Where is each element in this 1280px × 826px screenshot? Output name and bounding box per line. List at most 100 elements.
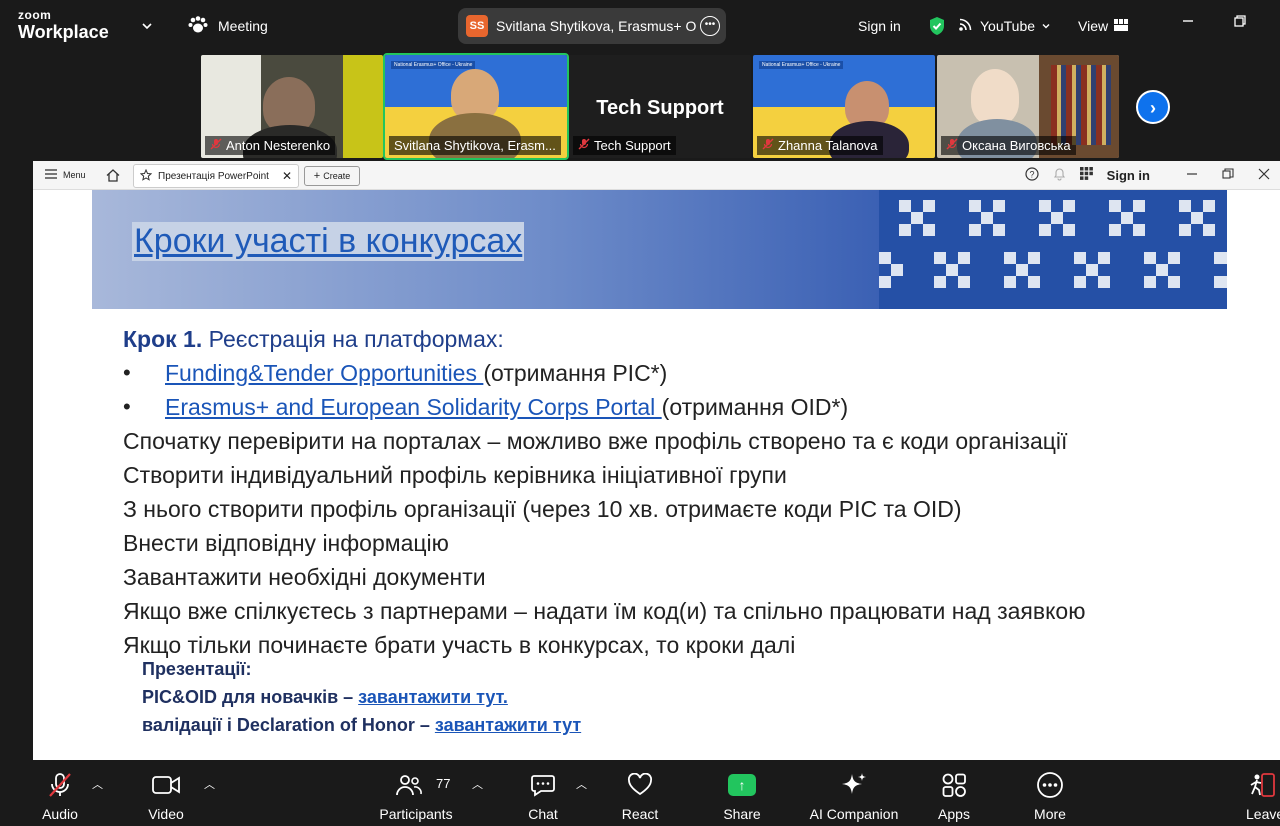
chevron-up-icon[interactable]: ︿	[204, 776, 215, 792]
create-label: Create	[323, 171, 351, 181]
download-link[interactable]: завантажити тут.	[358, 687, 508, 707]
presentation-link-line: валідації і Declaration of Honor – заван…	[142, 715, 581, 736]
ornament-pattern	[879, 190, 1227, 309]
ai-companion-button[interactable]: AI Companion	[799, 760, 909, 826]
browser-toolbar: Menu Презентація PowerPoint ✕ + Create ?	[33, 161, 1280, 190]
presentation-link-text: валідації і Declaration of Honor –	[142, 715, 435, 735]
slide-text-line: Створити індивідуальний профіль керівник…	[123, 462, 787, 488]
browser-toolbar-right: ? Sign in	[1025, 161, 1270, 189]
participant-name: Zhanna Talanova	[757, 136, 883, 155]
meeting-menu[interactable]: Meeting	[188, 0, 268, 52]
audio-button[interactable]: Audio	[15, 760, 105, 826]
bookshelf-background	[1051, 65, 1111, 145]
tab-powerpoint[interactable]: Презентація PowerPoint ✕	[133, 164, 299, 188]
next-page-arrow-icon[interactable]: ›	[1136, 90, 1170, 124]
active-speaker-chip[interactable]: SS Svitlana Shytikova, Erasmus+ Offi •••	[458, 8, 726, 44]
bullet-marker: •	[123, 394, 131, 419]
star-icon	[139, 168, 153, 184]
mic-muted-icon	[210, 138, 222, 153]
participant-name-text: Оксана Виговська	[962, 138, 1071, 153]
participant-tile-active[interactable]: National Erasmus+ Office - Ukraine Svitl…	[383, 53, 569, 160]
slide-header: Кроки участі в конкурсах	[92, 190, 1227, 309]
home-icon[interactable]	[106, 161, 120, 189]
grid-icon	[1114, 18, 1129, 34]
participant-name: Svitlana Shytikova, Erasm...	[389, 136, 561, 155]
apps-label: Apps	[938, 806, 970, 822]
presentations-heading: Презентації:	[142, 659, 252, 679]
menu-button[interactable]: Menu	[45, 161, 86, 189]
participant-tile[interactable]: National Erasmus+ Office - Ukraine Zhann…	[753, 55, 935, 158]
slide-text-line: Внести відповідну інформацію	[123, 530, 449, 556]
create-button[interactable]: + Create	[304, 166, 360, 186]
video-label: Video	[148, 806, 184, 822]
chevron-up-icon[interactable]: ︿	[472, 776, 483, 792]
paw-icon	[188, 15, 208, 37]
youtube-label: YouTube	[980, 18, 1036, 34]
bell-icon[interactable]	[1053, 167, 1066, 184]
list-item-text: (отримання OID*)	[661, 394, 849, 420]
download-link[interactable]: завантажити тут	[435, 715, 581, 735]
restore-icon[interactable]	[1230, 14, 1250, 34]
presentation-link-text: PIC&OID для новачків –	[142, 687, 359, 707]
hamburger-icon	[45, 168, 57, 182]
participant-name: Anton Nesterenko	[205, 136, 336, 155]
view-label: View	[1078, 18, 1109, 34]
slide-title: Кроки участі в конкурсах	[132, 222, 525, 261]
participant-name-text: Anton Nesterenko	[226, 138, 331, 153]
logo-line2: Workplace	[18, 22, 109, 42]
flag-tile-label: National Erasmus+ Office - Ukraine	[391, 61, 476, 69]
more-options-icon[interactable]: •••	[700, 16, 720, 36]
chevron-down-icon[interactable]	[140, 0, 154, 52]
participants-label: Participants	[379, 806, 453, 822]
restore-icon[interactable]	[1222, 167, 1234, 183]
participant-tile[interactable]: Tech Support Tech Support	[569, 55, 751, 158]
react-button[interactable]: React	[595, 760, 685, 826]
leave-button[interactable]: Leave	[1238, 760, 1280, 826]
participant-tile[interactable]: Оксана Виговська	[937, 55, 1119, 158]
erasmus-portal-link[interactable]: Erasmus+ and European Solidarity Corps P…	[165, 394, 662, 420]
participant-name-text: Tech Support	[594, 138, 671, 153]
shield-check-icon[interactable]	[928, 0, 946, 52]
ai-companion-label: AI Companion	[809, 806, 899, 822]
chat-button[interactable]: Chat	[498, 760, 588, 826]
sign-in-button[interactable]: Sign in	[858, 0, 901, 52]
slide-text-line: З нього створити профіль організації (че…	[123, 496, 962, 522]
share-button[interactable]: ↑ Share	[697, 760, 787, 826]
youtube-livestream-menu[interactable]: YouTube	[958, 0, 1051, 52]
view-menu[interactable]: View	[1078, 0, 1129, 52]
chevron-up-icon[interactable]: ︿	[576, 776, 587, 792]
slide-text-line: Якщо вже спілкуєтесь з партнерами – нада…	[123, 598, 1086, 624]
apps-grid-icon[interactable]	[1079, 167, 1093, 183]
participant-tile-text: Tech Support	[596, 97, 724, 119]
minimize-icon[interactable]	[1178, 14, 1198, 34]
chevron-up-icon[interactable]: ︿	[92, 776, 103, 792]
participant-tile[interactable]: Anton Nesterenko	[201, 55, 383, 158]
video-strip: Anton Nesterenko National Erasmus+ Offic…	[0, 52, 1280, 160]
step-heading: Крок 1. Реєстрація на платформах:	[123, 326, 504, 353]
logo-line1: zoom	[18, 8, 52, 22]
video-background	[343, 55, 383, 158]
video-button[interactable]: Video	[121, 760, 211, 826]
browser-sign-in-button[interactable]: Sign in	[1107, 168, 1150, 183]
leave-label: Leave	[1246, 806, 1280, 822]
more-button[interactable]: More	[1005, 760, 1095, 826]
heart-icon	[595, 772, 685, 798]
share-arrow-icon: ↑	[728, 774, 756, 796]
presentation-link-line: PIC&OID для новачків – завантажити тут.	[142, 687, 508, 708]
minimize-icon[interactable]	[1186, 168, 1198, 183]
chevron-down-icon	[1041, 18, 1051, 34]
list-item: Funding&Tender Opportunities (отримання …	[165, 360, 667, 387]
meeting-controls: Audio ︿ Video ︿ Participants 77 ︿ Chat ︿…	[0, 760, 1280, 826]
funding-tender-link[interactable]: Funding&Tender Opportunities	[165, 360, 483, 386]
share-icon-wrap: ↑	[697, 772, 787, 798]
apps-button[interactable]: Apps	[909, 760, 999, 826]
close-icon[interactable]: ✕	[282, 169, 292, 183]
leave-icon	[1238, 772, 1280, 798]
participants-button[interactable]: Participants	[371, 760, 461, 826]
bullet-marker: •	[123, 360, 131, 385]
close-icon[interactable]	[1258, 168, 1270, 183]
mic-muted-icon	[946, 138, 958, 153]
participant-name: Tech Support	[573, 136, 676, 155]
share-label: Share	[723, 806, 761, 822]
help-icon[interactable]: ?	[1025, 166, 1039, 184]
